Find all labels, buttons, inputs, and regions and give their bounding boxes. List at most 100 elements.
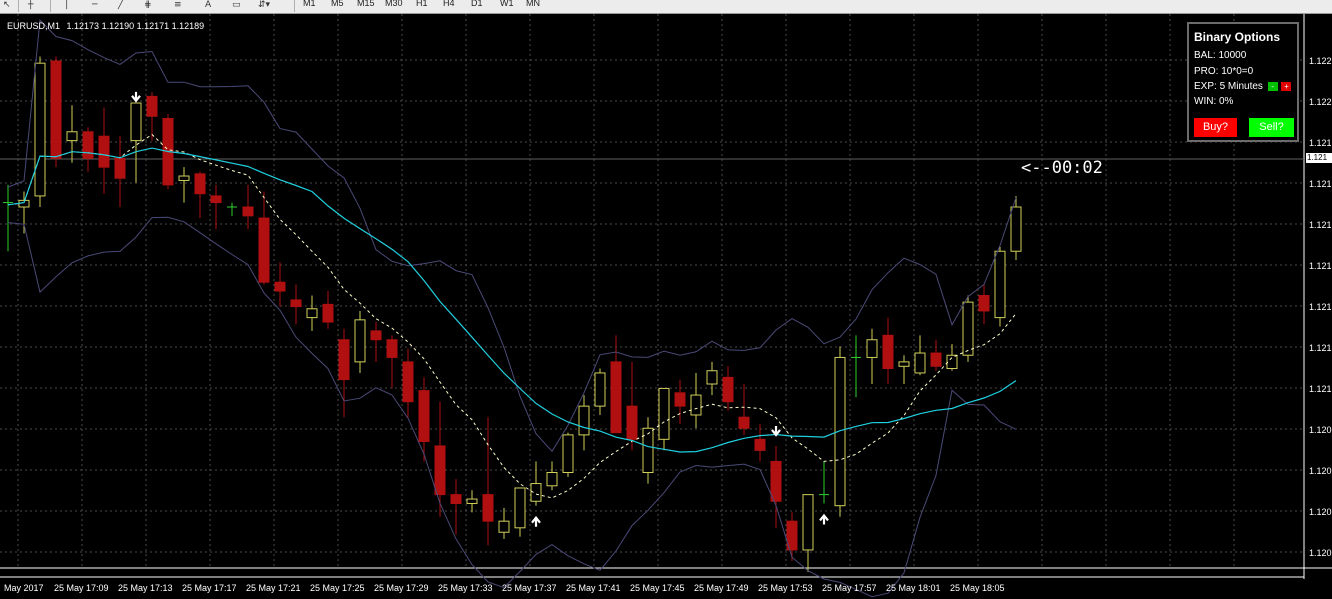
time-axis-label: 25 May 17:21 <box>246 583 301 593</box>
candle-body <box>690 394 702 416</box>
candle-body <box>146 95 158 117</box>
win-rate-text: WIN: 0% <box>1194 96 1234 107</box>
current-price-tag: 1.121 <box>1306 153 1332 163</box>
candle-body <box>722 376 734 403</box>
buy-signal-arrow-icon <box>819 513 829 525</box>
candle-body <box>322 303 334 323</box>
time-axis-label: 25 May 17:53 <box>758 583 813 593</box>
candle-body <box>386 339 398 358</box>
timeframe-m15[interactable]: M15 <box>357 0 375 8</box>
candle-body <box>658 387 670 440</box>
candle-body <box>1010 206 1022 252</box>
expiry-row: EXP: 5 Minutes - + <box>1194 81 1292 92</box>
time-axis-label: 25 May 17:45 <box>630 583 685 593</box>
symbol-ohlc: 1.12173 1.12190 1.12171 1.12189 <box>66 21 205 31</box>
candle-body <box>562 434 574 474</box>
crosshair-icon[interactable]: ┼ <box>28 0 33 12</box>
candle-body <box>370 330 382 341</box>
candle-body <box>866 339 878 358</box>
balance-text: BAL: 10000 <box>1194 50 1247 61</box>
time-axis-label: 25 May 17:57 <box>822 583 877 593</box>
candle-body <box>514 487 526 529</box>
price-axis-label: 1.122 <box>1309 56 1332 66</box>
price-axis-label: 1.120 <box>1309 425 1332 435</box>
candle-body <box>706 370 718 385</box>
candle-body <box>258 217 270 283</box>
time-axis-label: 25 May 17:17 <box>182 583 237 593</box>
time-axis-label: 25 May 18:01 <box>886 583 941 593</box>
toolbar-separator <box>294 0 295 12</box>
time-axis-label: 25 May 17:13 <box>118 583 173 593</box>
candle-body <box>578 405 590 436</box>
vertical-line-icon[interactable]: │ <box>64 0 69 12</box>
candle-body <box>674 392 686 407</box>
slow-moving-average-line <box>7 147 1017 453</box>
toolbar-separator <box>18 0 19 12</box>
timeframe-w1[interactable]: W1 <box>500 0 514 8</box>
candle-body <box>978 295 990 312</box>
timeframe-mn[interactable]: MN <box>526 0 540 8</box>
channel-icon[interactable]: ⋕ <box>144 0 152 12</box>
toolbar: ↖ ┼ │ ─ ╱ ⋕ ≡ A ▭ ⇵▾ M1 M5 M15 M30 H1 H4… <box>0 0 1332 14</box>
horizontal-line-icon[interactable]: ─ <box>92 0 97 12</box>
candle-body <box>34 62 46 197</box>
candle-body <box>82 131 94 159</box>
candle-body <box>306 308 318 319</box>
candle-body <box>210 195 222 204</box>
sell-signal-arrow-icon <box>771 425 781 437</box>
sell-signal-arrow-icon <box>131 91 141 103</box>
time-axis-label: 25 May 17:29 <box>374 583 429 593</box>
profit-text: PRO: 10*0=0 <box>1194 66 1254 77</box>
price-chart[interactable]: 1.122 1.122 1.121 1.121 1.121 1.121 1.121 1.121… <box>0 14 1332 599</box>
candle-body <box>882 334 894 370</box>
price-axis-label: 1.121 <box>1309 220 1332 230</box>
timeframe-h4[interactable]: H4 <box>443 0 455 8</box>
timeframe-m30[interactable]: M30 <box>385 0 403 8</box>
buy-button[interactable]: Buy? <box>1194 118 1237 137</box>
symbol-info: EURUSD,M1 1.12173 1.12190 1.12171 1.1218… <box>7 21 208 31</box>
candle-body <box>338 339 350 381</box>
candle-body <box>450 494 462 504</box>
candle-body <box>594 372 606 407</box>
timeframe-m5[interactable]: M5 <box>331 0 344 8</box>
fibonacci-icon[interactable]: ≡ <box>174 0 182 12</box>
timeframe-m1[interactable]: M1 <box>303 0 316 8</box>
candle-body <box>962 301 974 356</box>
arrows-icon[interactable]: ⇵▾ <box>258 0 270 12</box>
candle-body <box>434 445 446 496</box>
cursor-icon[interactable]: ↖ <box>3 0 11 12</box>
candle-body <box>418 390 430 443</box>
candle-body <box>946 354 958 370</box>
candle-body <box>66 131 78 142</box>
timeframe-d1[interactable]: D1 <box>471 0 483 8</box>
time-axis-label: May 2017 <box>4 583 44 593</box>
candle-body <box>482 494 494 522</box>
label-icon[interactable]: ▭ <box>232 0 241 12</box>
chart-area[interactable]: 1.122 1.122 1.121 1.121 1.121 1.121 1.121 1.121… <box>0 14 1332 599</box>
text-icon[interactable]: A <box>205 0 211 12</box>
price-axis-label: 1.120 <box>1309 548 1332 558</box>
panel-title: Binary Options <box>1194 30 1281 44</box>
price-axis-label: 1.121 <box>1309 179 1332 189</box>
candle-body <box>994 250 1006 319</box>
candle-body <box>498 520 510 533</box>
trendline-icon[interactable]: ╱ <box>118 0 123 12</box>
candle-body <box>738 416 750 429</box>
price-axis-label: 1.122 <box>1309 97 1332 107</box>
timeframe-h1[interactable]: H1 <box>416 0 428 8</box>
price-axis-label: 1.121 <box>1309 384 1332 394</box>
time-axis-label: 25 May 17:09 <box>54 583 109 593</box>
sell-button[interactable]: Sell? <box>1249 118 1294 137</box>
toolbar-separator <box>50 0 51 12</box>
candle-body <box>98 135 110 168</box>
candle-body <box>354 319 366 363</box>
candle-body <box>114 157 126 179</box>
candle-countdown-timer: <--00:02 <box>1021 158 1103 178</box>
candle-body <box>178 175 190 181</box>
candle-body <box>274 281 286 292</box>
candle-body <box>770 460 782 502</box>
expiry-decrease-button[interactable]: - <box>1267 81 1278 91</box>
time-axis-label: 25 May 17:49 <box>694 583 749 593</box>
candle-body <box>546 472 558 487</box>
expiry-increase-button[interactable]: + <box>1281 81 1292 91</box>
